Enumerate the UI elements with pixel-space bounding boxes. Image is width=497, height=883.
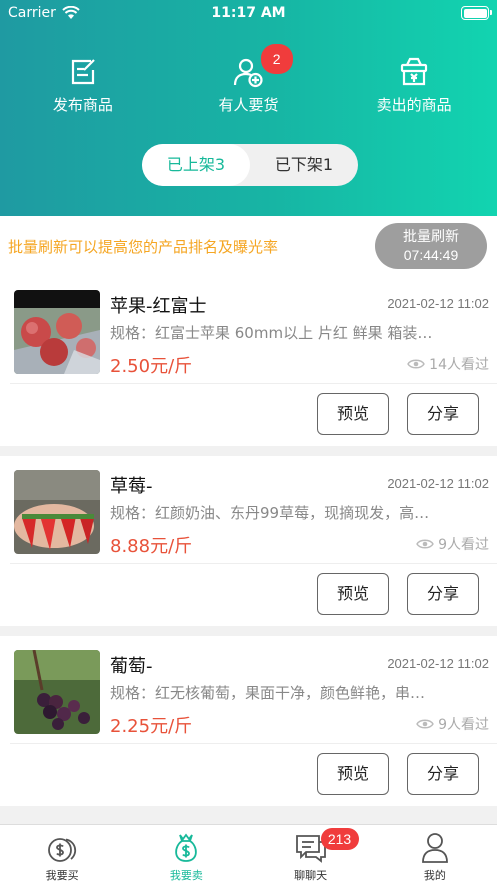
product-actions: 预览 分享 (0, 744, 497, 806)
sell-moneybag-icon (175, 833, 198, 862)
refresh-notice-text: 批量刷新可以提高您的产品排名及曝光率 (8, 238, 279, 256)
product-spec: 规格：红富士苹果 60mm以上 片红 鲜果 箱装… (110, 324, 433, 342)
tab-chat-label: 聊聊天 (294, 869, 328, 882)
tab-sell[interactable]: 我要卖 (124, 825, 248, 883)
product-card: 草莓- 2021-02-12 11:02 规格：红颜奶油、东丹99草莓，现摘现发… (0, 456, 497, 626)
product-price: 2.50元/斤 (110, 356, 193, 377)
product-price: 8.88元/斤 (110, 536, 193, 557)
product-list[interactable]: 批量刷新可以提高您的产品排名及曝光率 批量刷新 07:44:49 苹果-红富士 … (0, 216, 497, 824)
chat-unread-badge: 213 (320, 828, 359, 850)
product-image-apple (14, 290, 100, 374)
edit-icon (71, 59, 95, 85)
preview-button[interactable]: 预览 (317, 573, 389, 615)
quick-actions: 发布商品 2 有人要货 卖出的商品 (0, 44, 497, 115)
sold-products-button[interactable]: 卖出的商品 (331, 56, 497, 115)
refresh-notice: 批量刷新可以提高您的产品排名及曝光率 批量刷新 07:44:49 (0, 216, 497, 276)
eye-icon (416, 539, 434, 549)
product-date: 2021-02-12 11:02 (387, 476, 489, 491)
batch-refresh-timer: 07:44:49 (403, 247, 459, 263)
product-spec: 规格：红无核葡萄，果面干净，颜色鲜艳，串… (110, 684, 426, 702)
product-info[interactable]: 草莓- 2021-02-12 11:02 规格：红颜奶油、东丹99草莓，现摘现发… (0, 456, 497, 563)
tab-buy-label: 我要买 (45, 869, 79, 882)
publish-product-label: 发布商品 (52, 96, 113, 114)
product-price: 2.25元/斤 (110, 716, 193, 737)
batch-refresh-label: 批量刷新 (403, 229, 459, 245)
views-count: 9人看过 (438, 717, 489, 733)
product-name: 苹果-红富士 (110, 296, 207, 317)
product-views: 9人看过 (416, 534, 489, 554)
wanted-goods-label: 有人要货 (218, 96, 279, 114)
sold-products-label: 卖出的商品 (376, 96, 452, 114)
views-count: 9人看过 (438, 537, 489, 553)
product-card: 葡萄- 2021-02-12 11:02 规格：红无核葡萄，果面干净，颜色鲜艳，… (0, 636, 497, 806)
tab-listed[interactable]: 已上架3 (142, 144, 250, 186)
header: Carrier 11:17 AM 发布商品 2 有人要货 卖出的商品 已上架3 … (0, 0, 497, 216)
product-date: 2021-02-12 11:02 (387, 656, 489, 671)
views-count: 14人看过 (429, 357, 489, 373)
product-image-grape (14, 650, 100, 734)
wanted-goods-button[interactable]: 2 有人要货 (166, 44, 332, 115)
tab-bar: 我要买 我要卖 213 聊聊天 我的 (0, 824, 497, 883)
wanted-goods-badge: 2 (260, 44, 293, 74)
publish-product-button[interactable]: 发布商品 (0, 56, 166, 115)
product-actions: 预览 分享 (0, 564, 497, 626)
tab-profile-label: 我的 (423, 869, 446, 882)
product-info[interactable]: 苹果-红富士 2021-02-12 11:02 规格：红富士苹果 60mm以上 … (0, 276, 497, 383)
sold-basket-icon (400, 57, 428, 86)
tab-profile[interactable]: 我的 (373, 825, 497, 883)
eye-icon (407, 359, 425, 369)
tab-unlisted[interactable]: 已下架1 (250, 144, 358, 186)
tab-chat[interactable]: 213 聊聊天 (249, 825, 373, 883)
eye-icon (416, 719, 434, 729)
profile-icon (421, 833, 448, 863)
batch-refresh-button[interactable]: 批量刷新 07:44:49 (375, 223, 487, 269)
product-views: 14人看过 (407, 354, 489, 374)
tab-sell-label: 我要卖 (169, 869, 203, 882)
battery-icon (461, 6, 492, 20)
status-bar: Carrier 11:17 AM (0, 0, 497, 28)
listing-status-segment: 已上架3 已下架1 (142, 144, 358, 186)
tab-buy[interactable]: 我要买 (0, 825, 124, 883)
product-spec: 规格：红颜奶油、东丹99草莓，现摘现发，高… (110, 504, 430, 522)
product-actions: 预览 分享 (0, 384, 497, 446)
product-views: 9人看过 (416, 714, 489, 734)
share-button[interactable]: 分享 (407, 573, 479, 615)
preview-button[interactable]: 预览 (317, 393, 389, 435)
share-button[interactable]: 分享 (407, 393, 479, 435)
product-name: 葡萄- (110, 656, 153, 677)
share-button[interactable]: 分享 (407, 753, 479, 795)
status-time: 11:17 AM (211, 5, 286, 21)
product-name: 草莓- (110, 476, 153, 497)
product-image-strawberry (14, 470, 100, 554)
user-add-icon (234, 58, 264, 88)
product-date: 2021-02-12 11:02 (387, 296, 489, 311)
preview-button[interactable]: 预览 (317, 753, 389, 795)
product-info[interactable]: 葡萄- 2021-02-12 11:02 规格：红无核葡萄，果面干净，颜色鲜艳，… (0, 636, 497, 743)
product-card: 苹果-红富士 2021-02-12 11:02 规格：红富士苹果 60mm以上 … (0, 276, 497, 446)
buy-coin-icon (48, 838, 77, 862)
